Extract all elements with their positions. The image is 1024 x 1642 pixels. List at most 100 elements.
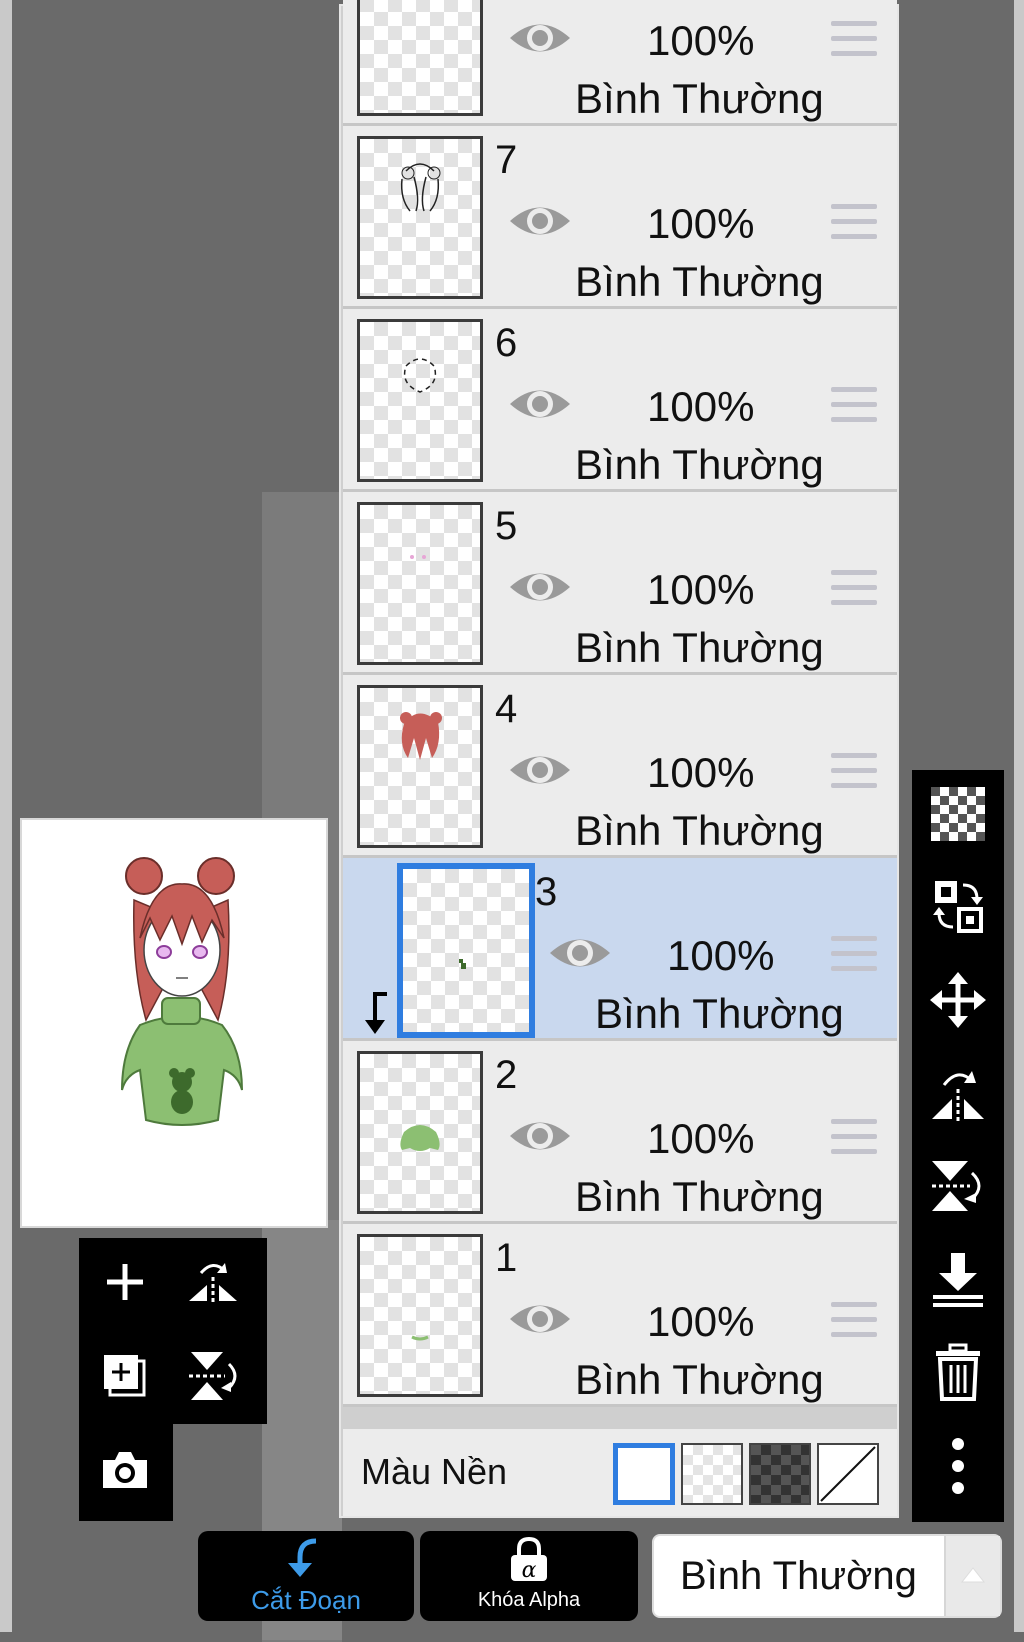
move-icon bbox=[930, 972, 986, 1028]
trash-icon bbox=[936, 1343, 980, 1401]
layer-thumbnail[interactable] bbox=[357, 319, 483, 482]
visibility-toggle[interactable] bbox=[507, 198, 573, 244]
layer-thumbnail[interactable] bbox=[357, 1234, 483, 1397]
flip-horizontal-button[interactable] bbox=[173, 1242, 253, 1322]
layer-opacity: 100% bbox=[647, 566, 755, 613]
layer-thumbnail[interactable] bbox=[357, 1051, 483, 1214]
drag-handle-icon[interactable] bbox=[831, 204, 877, 240]
layer-blend-mode: Bình Thường bbox=[575, 1356, 824, 1403]
layer-blend-mode: Bình Thường bbox=[575, 1173, 824, 1220]
layer-opacity: 100% bbox=[647, 1298, 755, 1345]
flip-horizontal-layer-button[interactable] bbox=[912, 1054, 1004, 1134]
layer-blend-mode: Bình Thường bbox=[575, 258, 824, 305]
drag-handle-icon[interactable] bbox=[831, 570, 877, 606]
layer-row[interactable]: 7 100% Bình Thường bbox=[343, 126, 897, 309]
blend-mode-value: Bình Thường bbox=[680, 1554, 917, 1598]
drag-handle-icon[interactable] bbox=[831, 753, 877, 789]
layer-number: 3 bbox=[535, 870, 558, 914]
layer-thumbnail[interactable] bbox=[357, 0, 483, 116]
canvas-preview[interactable] bbox=[20, 818, 328, 1228]
character-illustration bbox=[121, 857, 243, 1126]
layer-row[interactable]: 100% Bình Thường bbox=[343, 0, 897, 126]
flip-vertical-icon bbox=[189, 1352, 237, 1400]
layer-opacity: 100% bbox=[667, 932, 775, 979]
layer-row[interactable]: 6 100% Bình Thường bbox=[343, 309, 897, 492]
add-layer-button[interactable] bbox=[85, 1242, 165, 1322]
layer-opacity: 100% bbox=[647, 200, 755, 247]
background-none-option[interactable] bbox=[817, 1443, 879, 1505]
layer-row[interactable]: 5 100% Bình Thường bbox=[343, 492, 897, 675]
eye-icon bbox=[510, 24, 570, 52]
background-transparent-dark-option[interactable] bbox=[749, 1443, 811, 1505]
eye-icon bbox=[510, 1305, 570, 1333]
layer-number: 1 bbox=[495, 1236, 518, 1280]
layer-number: 5 bbox=[495, 504, 518, 548]
camera-button[interactable] bbox=[85, 1430, 165, 1510]
merge-down-button[interactable] bbox=[912, 1240, 1004, 1320]
blend-mode-dropdown[interactable] bbox=[944, 1536, 1000, 1616]
drag-handle-icon[interactable] bbox=[831, 936, 877, 972]
layer-blend-mode: Bình Thường bbox=[595, 990, 844, 1037]
camera-icon bbox=[103, 1452, 147, 1488]
layer-thumbnail[interactable] bbox=[357, 136, 483, 299]
flip-vertical-layer-button[interactable] bbox=[912, 1146, 1004, 1226]
lock-icon: α bbox=[511, 1537, 547, 1583]
clipping-button[interactable]: Cắt Đoạn bbox=[198, 1531, 414, 1621]
layer-thumbnail[interactable] bbox=[357, 502, 483, 665]
more-options-button[interactable] bbox=[912, 1426, 1004, 1506]
layer-blend-mode: Bình Thường bbox=[575, 624, 824, 671]
alpha-lock-label: Khóa Alpha bbox=[477, 1589, 581, 1611]
visibility-toggle[interactable] bbox=[507, 15, 573, 61]
drag-handle-icon[interactable] bbox=[831, 1302, 877, 1338]
eye-icon bbox=[510, 573, 570, 601]
visibility-toggle[interactable] bbox=[507, 564, 573, 610]
flip-vertical-button[interactable] bbox=[173, 1336, 253, 1416]
visibility-toggle[interactable] bbox=[507, 1296, 573, 1342]
layer-row[interactable]: 2 100% Bình Thường bbox=[343, 1041, 897, 1224]
flip-horizontal-icon bbox=[189, 1263, 237, 1305]
drag-handle-icon[interactable] bbox=[831, 21, 877, 57]
right-toolbar bbox=[912, 770, 1004, 1522]
move-button[interactable] bbox=[912, 960, 1004, 1040]
layer-opacity: 100% bbox=[647, 1115, 755, 1162]
visibility-toggle[interactable] bbox=[507, 747, 573, 793]
layer-thumbnail[interactable] bbox=[357, 685, 483, 848]
left-toolbar bbox=[79, 1238, 267, 1424]
right-edge bbox=[1014, 0, 1024, 1632]
background-white-option[interactable] bbox=[613, 1443, 675, 1505]
layer-number: 7 bbox=[495, 138, 518, 182]
layer-number: 2 bbox=[495, 1053, 518, 1097]
diagonal-slash-icon bbox=[820, 1446, 876, 1502]
flip-horizontal-icon bbox=[932, 1071, 984, 1121]
left-toolbar-camera bbox=[79, 1424, 173, 1521]
alpha-lock-button[interactable]: α Khóa Alpha bbox=[420, 1531, 638, 1621]
transparency-button[interactable] bbox=[912, 774, 1004, 854]
merge-down-icon bbox=[933, 1253, 983, 1307]
duplicate-layer-button[interactable] bbox=[85, 1336, 165, 1416]
layer-blend-mode: Bình Thường bbox=[575, 441, 824, 488]
add-layer-icon bbox=[107, 1264, 143, 1300]
layer-blend-mode: Bình Thường bbox=[575, 807, 824, 854]
visibility-toggle[interactable] bbox=[507, 1113, 573, 1159]
eye-icon bbox=[510, 390, 570, 418]
background-transparent-light-option[interactable] bbox=[681, 1443, 743, 1505]
clipping-indicator-icon bbox=[365, 992, 387, 1034]
layer-opacity: 100% bbox=[647, 749, 755, 796]
blend-mode-select[interactable]: Bình Thường bbox=[652, 1534, 1002, 1618]
layer-row[interactable]: 4 100% Bình Thường bbox=[343, 675, 897, 858]
delete-layer-button[interactable] bbox=[912, 1332, 1004, 1412]
visibility-toggle[interactable] bbox=[507, 381, 573, 427]
drag-handle-icon[interactable] bbox=[831, 1119, 877, 1155]
visibility-toggle[interactable] bbox=[547, 930, 613, 976]
eye-icon bbox=[510, 207, 570, 235]
clipping-arrow-icon bbox=[288, 1538, 317, 1577]
swap-layers-icon bbox=[933, 881, 983, 933]
drag-handle-icon[interactable] bbox=[831, 387, 877, 423]
layer-thumbnail[interactable] bbox=[397, 863, 535, 1038]
swap-layers-button[interactable] bbox=[912, 866, 1004, 946]
layer-opacity: 100% bbox=[647, 17, 755, 64]
layer-row[interactable]: 1 100% Bình Thường bbox=[343, 1224, 897, 1407]
flip-vertical-icon bbox=[932, 1161, 981, 1211]
svg-text:α: α bbox=[522, 1558, 537, 1583]
layer-row[interactable]: 3 100% Bình Thường bbox=[343, 858, 897, 1041]
